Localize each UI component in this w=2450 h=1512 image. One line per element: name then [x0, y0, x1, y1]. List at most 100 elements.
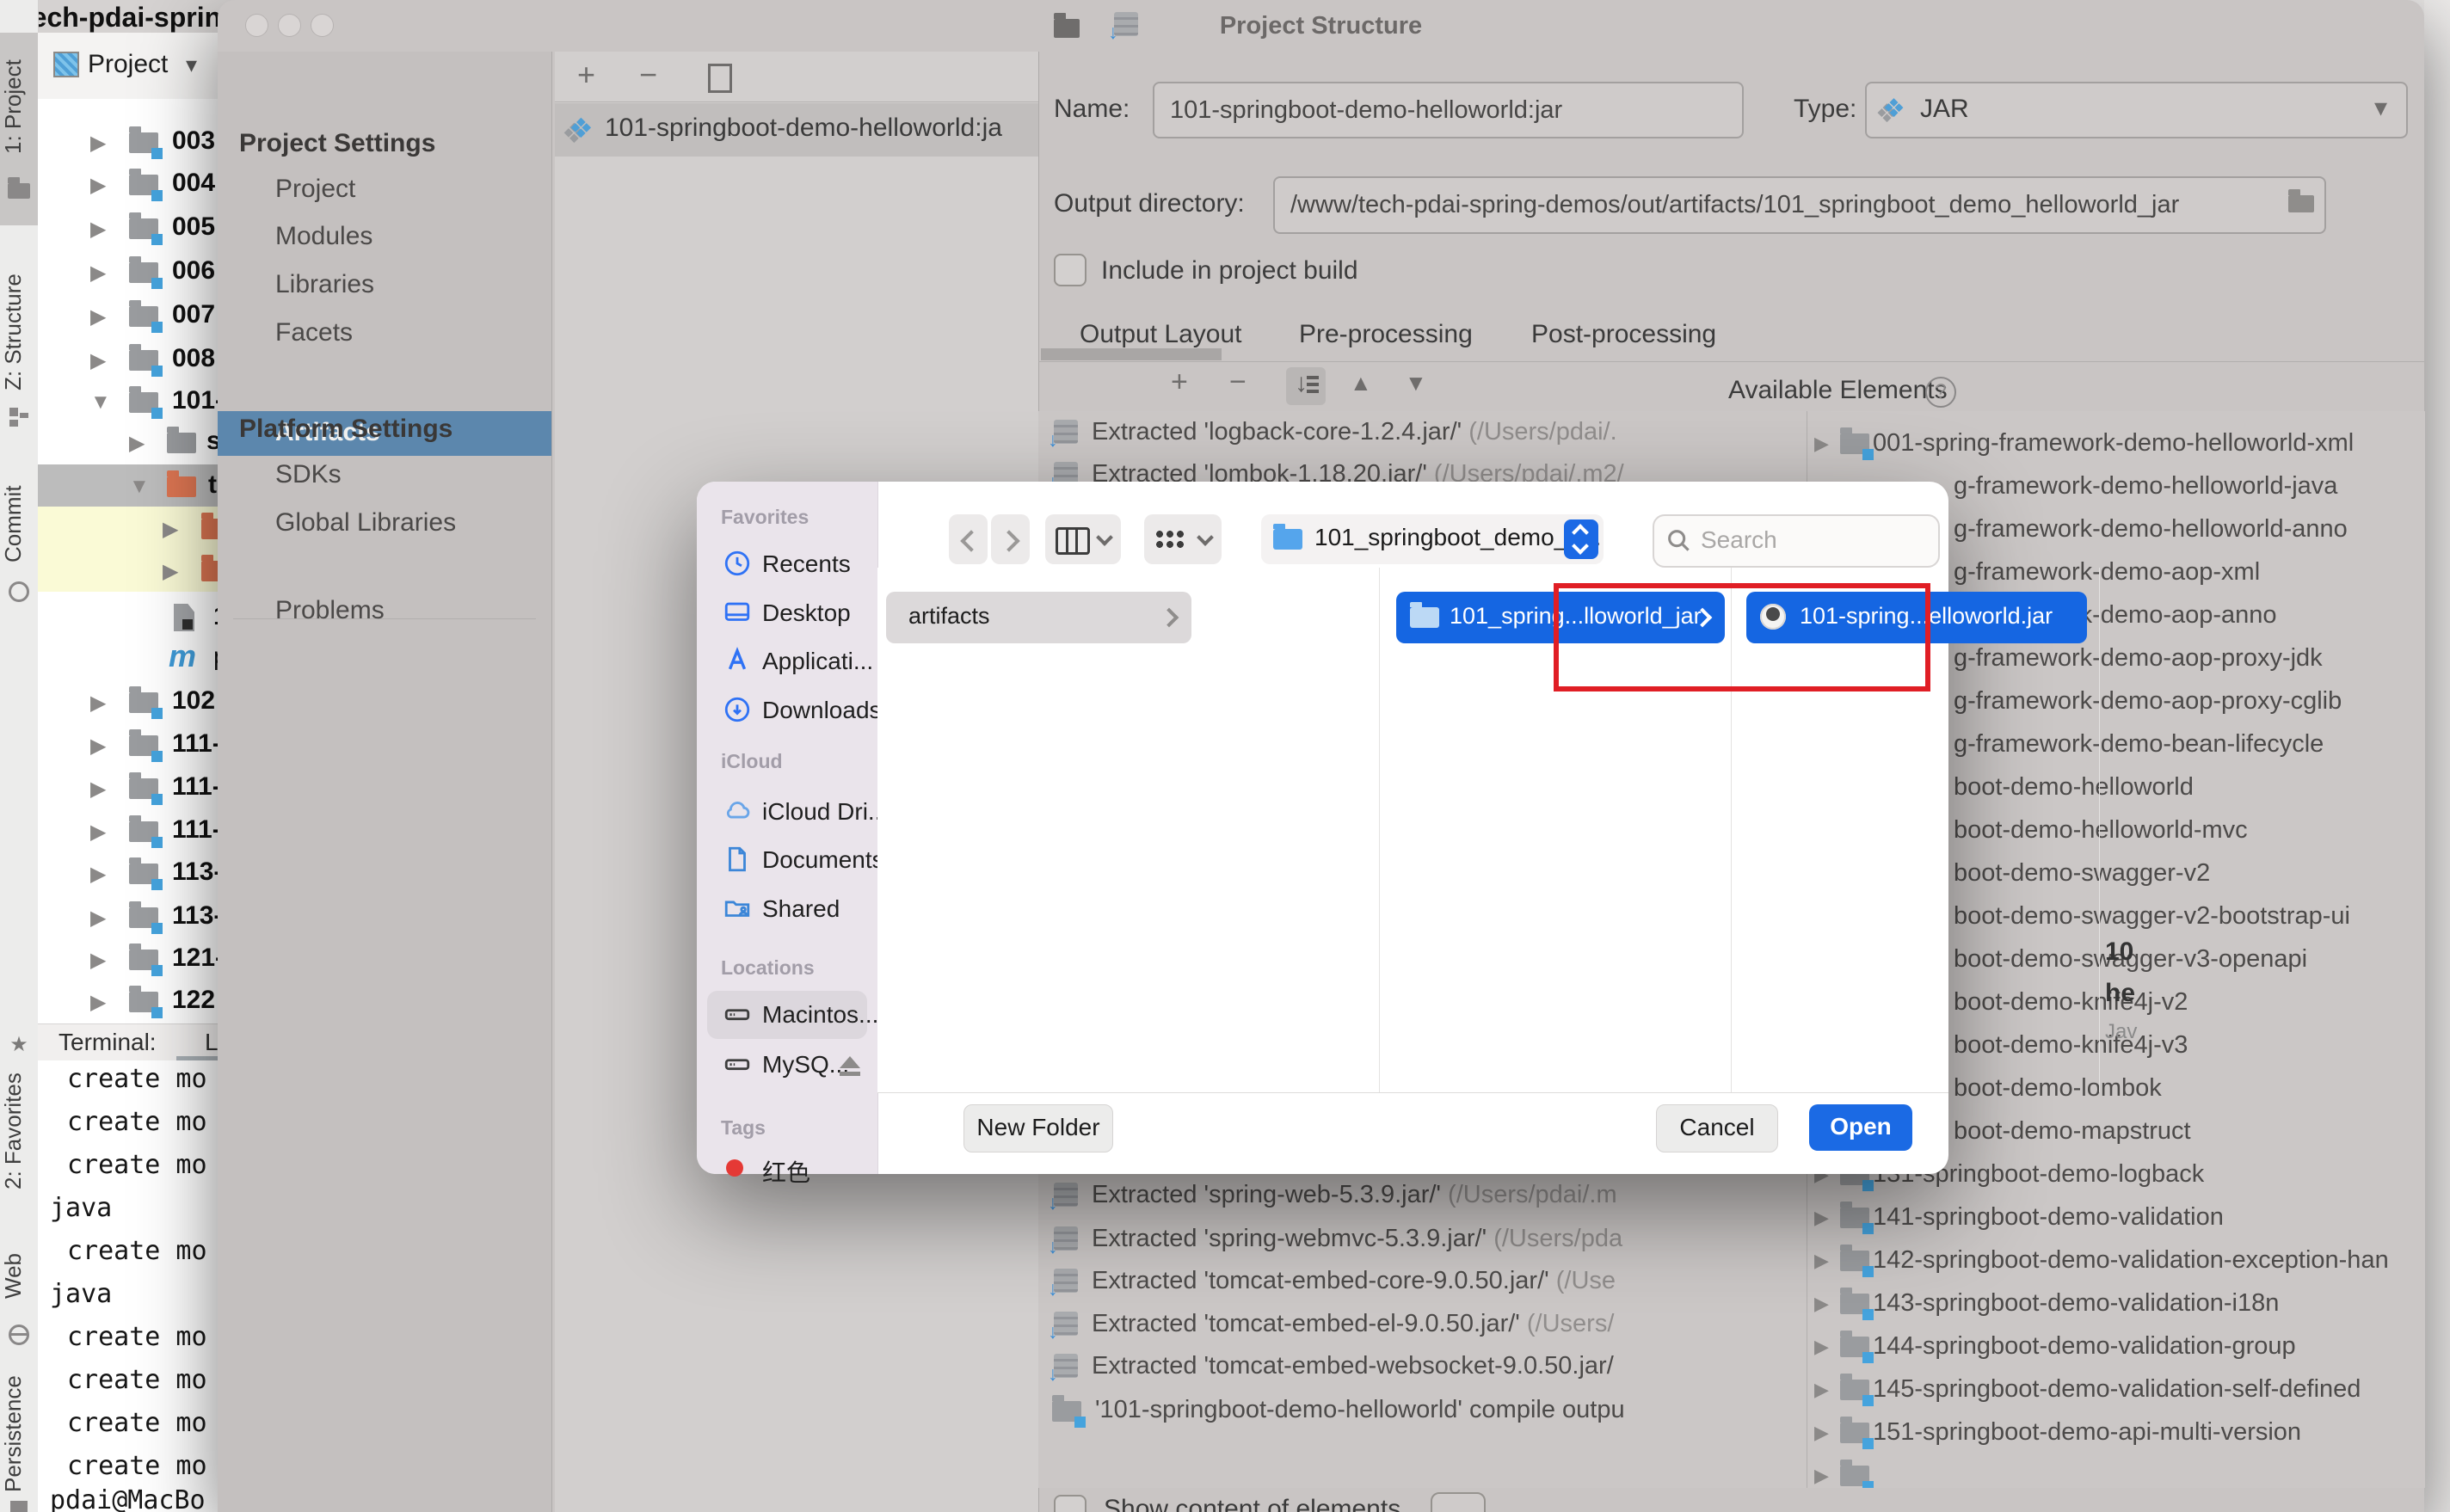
tree-row[interactable]: ▶008: [38, 338, 218, 381]
tree-row[interactable]: ▶111-: [38, 766, 218, 809]
sidebar-item-icloud-drive[interactable]: iCloud Dri...: [697, 790, 877, 834]
show-content-checkbox[interactable]: [1054, 1495, 1086, 1512]
layout-tree-row[interactable]: Extracted 'tomcat-embed-websocket-9.0.50…: [1038, 1345, 1807, 1388]
nav-item-sdks[interactable]: SDKs: [275, 460, 342, 489]
new-folder-button[interactable]: New Folder: [963, 1104, 1113, 1152]
nav-item-modules[interactable]: Modules: [275, 222, 372, 251]
tree-row[interactable]: ▼101-: [38, 380, 218, 423]
nav-item-problems[interactable]: Problems: [275, 596, 385, 625]
layout-tree-row[interactable]: Extracted 'tomcat-embed-core-9.0.50.jar/…: [1038, 1260, 1807, 1303]
copy-artifact-button[interactable]: [708, 64, 732, 93]
sidebar-tab-web[interactable]: Web: [0, 1233, 38, 1319]
tree-row[interactable]: mp: [38, 636, 218, 679]
jar-archive-icon[interactable]: [1114, 7, 1138, 40]
tab-output-layout[interactable]: Output Layout: [1080, 320, 1241, 349]
name-input[interactable]: [1170, 83, 1710, 137]
remove-artifact-button[interactable]: −: [639, 57, 657, 93]
available-element-row[interactable]: ▶145-springboot-demo-validation-self-def…: [1807, 1368, 2425, 1411]
sidebar-tab-project[interactable]: 1: Project: [0, 41, 38, 172]
sidebar-item-macintosh-hd[interactable]: Macintos...: [697, 993, 877, 1037]
available-element-row[interactable]: ▶142-springboot-demo-validation-exceptio…: [1807, 1239, 2425, 1282]
available-element-row[interactable]: ▶144-springboot-demo-validation-group: [1807, 1325, 2425, 1368]
browse-folder-icon[interactable]: [2288, 195, 2314, 212]
eject-icon[interactable]: [840, 1056, 860, 1068]
tree-row[interactable]: ▶: [38, 549, 218, 592]
add-artifact-button[interactable]: +: [577, 57, 595, 93]
tree-row[interactable]: ▶121-: [38, 937, 218, 980]
available-element-row[interactable]: ▶141-springboot-demo-validation: [1807, 1196, 2425, 1239]
cancel-button[interactable]: Cancel: [1656, 1104, 1778, 1152]
layout-tree-row[interactable]: Extracted 'tomcat-embed-el-9.0.50.jar/' …: [1038, 1303, 1807, 1346]
tree-row[interactable]: ▶004: [38, 163, 218, 206]
sidebar-item-shared[interactable]: Shared: [697, 887, 877, 931]
tree-row[interactable]: ▶111-: [38, 809, 218, 852]
new-folder-icon[interactable]: [1054, 7, 1080, 40]
sidebar-item-downloads[interactable]: Downloads: [697, 688, 877, 733]
add-element-button[interactable]: +: [1171, 366, 1188, 399]
move-down-button[interactable]: ▼: [1405, 370, 1427, 396]
tree-row[interactable]: ▶005: [38, 206, 218, 249]
icon-view-button[interactable]: [1144, 514, 1222, 564]
name-field[interactable]: [1153, 82, 1744, 138]
sidebar-tab-persistence[interactable]: Persistence: [0, 1364, 38, 1503]
tree-row[interactable]: ▶122: [38, 980, 218, 1023]
tree-row[interactable]: ▶003: [38, 120, 218, 163]
include-in-build-checkbox[interactable]: [1054, 254, 1086, 286]
tab-pre-processing[interactable]: Pre-processing: [1299, 320, 1473, 349]
terminal-tab-local[interactable]: L: [205, 1029, 219, 1056]
sidebar-item-mysql-volume[interactable]: MySQ...: [697, 1042, 877, 1087]
available-element-row-partial[interactable]: ▶: [1807, 1454, 2425, 1488]
nav-item-libraries[interactable]: Libraries: [275, 270, 374, 299]
tree-row[interactable]: ▶102: [38, 680, 218, 723]
nav-item-project[interactable]: Project: [275, 175, 355, 204]
tree-row[interactable]: ▶: [38, 507, 218, 550]
tree-row[interactable]: ▶s: [38, 421, 218, 464]
tree-row[interactable]: ▶111-: [38, 723, 218, 766]
picker-back-button[interactable]: [949, 514, 988, 564]
move-up-button[interactable]: ▲: [1350, 370, 1372, 396]
tab-post-processing[interactable]: Post-processing: [1531, 320, 1716, 349]
nav-item-facets[interactable]: Facets: [275, 318, 353, 347]
available-element-row[interactable]: ▶143-springboot-demo-validation-i18n: [1807, 1282, 2425, 1325]
column-item-artifacts[interactable]: artifacts: [886, 592, 1191, 643]
folder-stepper[interactable]: [1564, 519, 1598, 559]
secondary-checkbox[interactable]: [1431, 1492, 1486, 1512]
search-field[interactable]: [1653, 514, 1940, 568]
tree-row[interactable]: ▶006: [38, 250, 218, 293]
tree-row[interactable]: 1: [38, 596, 218, 639]
sidebar-item-applications[interactable]: Applicati...: [697, 639, 877, 684]
layout-tree-row[interactable]: Extracted 'spring-webmvc-5.3.9.jar/' (/U…: [1038, 1218, 1807, 1261]
open-button[interactable]: Open: [1809, 1104, 1912, 1151]
sidebar-item-recents[interactable]: Recents: [697, 542, 877, 587]
column-view-button[interactable]: [1045, 514, 1121, 564]
tree-row-selected[interactable]: ▼t: [38, 464, 218, 507]
artifact-row-selected[interactable]: ❖ 101-springboot-demo-helloworld:ja: [555, 103, 1038, 157]
output-directory-field[interactable]: [1273, 176, 2326, 234]
sidebar-tab-commit[interactable]: Commit: [0, 471, 38, 576]
chevron-down-icon[interactable]: ▾: [186, 52, 197, 78]
help-icon[interactable]: ?: [1925, 377, 1956, 408]
tree-row[interactable]: ▶113-: [38, 895, 218, 938]
available-element-row[interactable]: ▶001-spring-framework-demo-helloworld-xm…: [1807, 422, 2425, 465]
layout-tree-row[interactable]: Extracted 'logback-core-1.2.4.jar/' (/Us…: [1038, 411, 1807, 454]
tree-row[interactable]: ▶113-: [38, 851, 218, 894]
available-element-row[interactable]: ▶151-springboot-demo-api-multi-version: [1807, 1411, 2425, 1454]
sort-button[interactable]: ↓: [1286, 367, 1326, 405]
sidebar-tab-structure[interactable]: Z: Structure: [0, 263, 38, 401]
nav-item-global-libraries[interactable]: Global Libraries: [275, 508, 456, 538]
search-input[interactable]: [1699, 516, 1926, 564]
tree-row[interactable]: ▶007: [38, 294, 218, 337]
picker-forward-button[interactable]: [991, 514, 1030, 564]
output-directory-input[interactable]: [1290, 178, 2256, 232]
type-dropdown[interactable]: ❖ JAR ▾: [1865, 82, 2408, 138]
sidebar-item-tag-red[interactable]: 红色: [697, 1146, 877, 1190]
sidebar-tab-favorites[interactable]: 2: Favorites: [0, 1063, 38, 1199]
sidebar-item-documents[interactable]: Documents: [697, 838, 877, 882]
current-folder-dropdown[interactable]: 101_springboot_demo_h...: [1261, 514, 1604, 564]
layout-tree-row[interactable]: '101-springboot-demo-helloworld' compile…: [1038, 1389, 1807, 1432]
sidebar-item-desktop[interactable]: Desktop: [697, 591, 877, 636]
terminal-output[interactable]: create mo create mo create mo java creat…: [38, 1060, 218, 1512]
layout-tree-row[interactable]: Extracted 'spring-web-5.3.9.jar/' (/User…: [1038, 1174, 1807, 1217]
project-view-selector[interactable]: Project: [88, 50, 168, 79]
remove-element-button[interactable]: −: [1229, 366, 1247, 399]
